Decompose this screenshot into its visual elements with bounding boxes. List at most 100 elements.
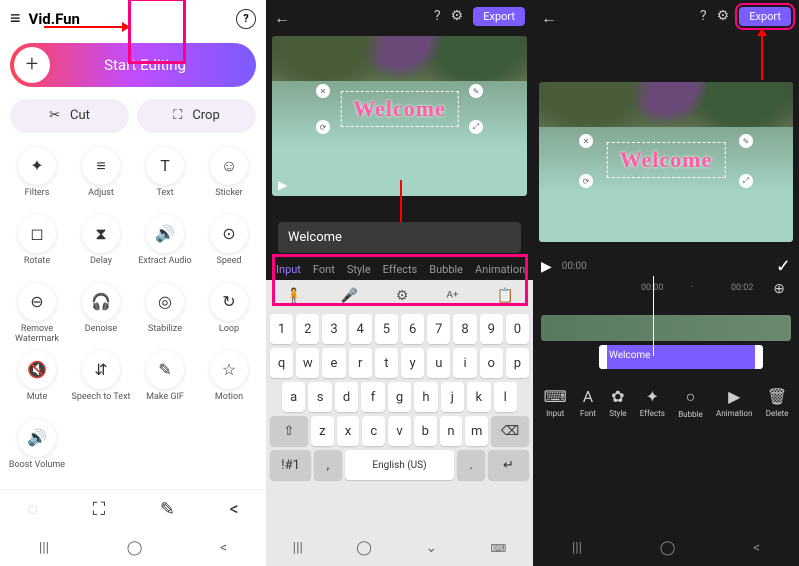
tool-extract-audio[interactable]: 🔊Extract Audio — [134, 215, 196, 277]
btool-style[interactable]: ✿Style — [609, 387, 626, 419]
text-overlay[interactable]: Welcome — [607, 142, 726, 178]
key-u[interactable]: u — [427, 348, 450, 378]
key-d[interactable]: d — [335, 382, 358, 412]
tab-font[interactable]: Font — [313, 263, 335, 276]
comma-key[interactable]: , — [314, 450, 341, 480]
tool-text[interactable]: TText — [134, 147, 196, 209]
wheel-icon[interactable]: ◌ — [27, 499, 38, 520]
back-icon[interactable]: ← — [274, 8, 290, 28]
back-button[interactable]: ⌄ — [425, 540, 437, 556]
translate-icon[interactable]: ᴬ⁺ — [446, 288, 458, 305]
tool-speed[interactable]: ⊙Speed — [198, 215, 260, 277]
key-n[interactable]: n — [440, 416, 463, 446]
start-editing-button[interactable]: + Start Editing — [10, 43, 256, 87]
back-button[interactable]: < — [220, 540, 227, 556]
key-c[interactable]: c — [362, 416, 385, 446]
help-icon[interactable]: ? — [236, 9, 256, 29]
btool-delete[interactable]: 🗑Delete — [766, 387, 789, 419]
mic-icon[interactable]: 🎤 — [340, 288, 357, 304]
key-e[interactable]: e — [322, 348, 345, 378]
key-q[interactable]: q — [270, 348, 293, 378]
text-clip[interactable]: Welcome — [601, 345, 761, 369]
key-7[interactable]: 7 — [427, 314, 450, 344]
tool-stabilize[interactable]: ◎Stabilize — [134, 283, 196, 345]
back-icon[interactable]: ← — [541, 8, 557, 28]
btool-effects[interactable]: ✦Effects — [640, 387, 665, 419]
tool-speech-to-text[interactable]: ⇵Speech to Text — [70, 351, 132, 413]
tool-adjust[interactable]: ≡Adjust — [70, 147, 132, 209]
shift-key[interactable]: ⇧ — [270, 416, 308, 446]
key-i[interactable]: i — [453, 348, 476, 378]
settings-icon[interactable]: ⚙ — [717, 8, 730, 24]
tool-filters[interactable]: ✦Filters — [6, 147, 68, 209]
home-button[interactable]: ◯ — [356, 540, 372, 556]
recents-button[interactable]: ||| — [293, 540, 303, 556]
key-y[interactable]: y — [401, 348, 424, 378]
backspace-key[interactable]: ⌫ — [491, 416, 529, 446]
key-b[interactable]: b — [414, 416, 437, 446]
key-m[interactable]: m — [465, 416, 488, 446]
key-6[interactable]: 6 — [401, 314, 424, 344]
tool-loop[interactable]: ↻Loop — [198, 283, 260, 345]
btool-font[interactable]: AFont — [580, 387, 596, 419]
symbols-key[interactable]: !#1 — [270, 450, 311, 480]
help-icon[interactable]: ? — [434, 8, 441, 24]
space-key[interactable]: English (US) — [345, 450, 455, 480]
tab-style[interactable]: Style — [347, 263, 371, 276]
handle-br[interactable]: ⤢ — [469, 120, 483, 134]
key-w[interactable]: w — [296, 348, 319, 378]
wand-icon[interactable]: ✎ — [160, 499, 175, 520]
video-track[interactable] — [541, 315, 791, 341]
scan-icon[interactable]: ⛶ — [93, 499, 106, 520]
key-0[interactable]: 0 — [506, 314, 529, 344]
key-9[interactable]: 9 — [480, 314, 503, 344]
key-k[interactable]: k — [467, 382, 490, 412]
period-key[interactable]: . — [457, 450, 484, 480]
play-icon[interactable]: ▶ — [278, 178, 287, 192]
zoom-icon[interactable]: ⊕ — [773, 281, 785, 297]
menu-icon[interactable]: ≡ — [10, 8, 21, 29]
help-icon[interactable]: ? — [700, 8, 707, 24]
export-button[interactable]: Export — [739, 7, 791, 26]
tool-rotate[interactable]: ◻Rotate — [6, 215, 68, 277]
key-o[interactable]: o — [480, 348, 503, 378]
key-r[interactable]: r — [349, 348, 372, 378]
video-preview[interactable]: Welcome ✕ ✎ ⟳ ⤢ ▶ — [272, 36, 527, 196]
crop-button[interactable]: ⛶Crop — [137, 99, 256, 133]
tab-animation[interactable]: Animation — [475, 263, 525, 276]
handle-tr[interactable]: ✎ — [469, 84, 483, 98]
key-4[interactable]: 4 — [349, 314, 372, 344]
tool-denoise[interactable]: 🎧Denoise — [70, 283, 132, 345]
handle-br[interactable]: ⤢ — [739, 174, 753, 188]
handle-bl[interactable]: ⟳ — [316, 120, 330, 134]
handle-tl[interactable]: ✕ — [579, 134, 593, 148]
key-h[interactable]: h — [414, 382, 437, 412]
key-2[interactable]: 2 — [296, 314, 319, 344]
text-overlay[interactable]: Welcome — [340, 91, 459, 127]
tool-sticker[interactable]: ☺Sticker — [198, 147, 260, 209]
key-p[interactable]: p — [506, 348, 529, 378]
emoji-icon[interactable]: 🧍 — [285, 288, 302, 304]
tool-boost-volume[interactable]: 🔊Boost Volume — [6, 419, 68, 481]
share-icon[interactable]: < — [230, 499, 239, 520]
home-button[interactable]: ◯ — [127, 540, 143, 556]
key-f[interactable]: f — [361, 382, 384, 412]
key-s[interactable]: s — [308, 382, 331, 412]
tab-input[interactable]: Input — [276, 263, 301, 276]
key-8[interactable]: 8 — [453, 314, 476, 344]
cut-button[interactable]: ✂Cut — [10, 99, 129, 133]
tool-delay[interactable]: ⧗Delay — [70, 215, 132, 277]
handle-tr[interactable]: ✎ — [739, 134, 753, 148]
tool-remove-watermark[interactable]: ⊖Remove Watermark — [6, 283, 68, 345]
key-g[interactable]: g — [388, 382, 411, 412]
tab-bubble[interactable]: Bubble — [429, 263, 463, 276]
settings-icon[interactable]: ⚙ — [451, 8, 464, 24]
btool-bubble[interactable]: ○Bubble — [678, 387, 703, 419]
recents-button[interactable]: ||| — [39, 540, 49, 556]
btool-animation[interactable]: ▶Animation — [716, 387, 753, 419]
key-t[interactable]: t — [375, 348, 398, 378]
back-button[interactable]: < — [753, 540, 760, 556]
key-z[interactable]: z — [311, 416, 334, 446]
key-a[interactable]: a — [282, 382, 305, 412]
clipboard-icon[interactable]: 📋 — [496, 288, 513, 304]
